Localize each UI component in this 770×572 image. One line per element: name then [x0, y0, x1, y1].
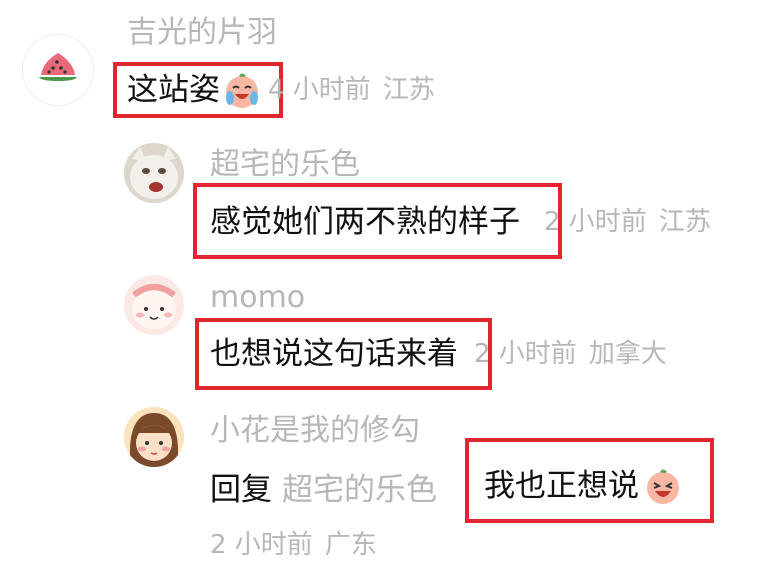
- comment-meta: 2 小时前 广东: [210, 532, 377, 558]
- cat-avatar-icon: [124, 143, 184, 203]
- comment-text: 感觉她们两不熟的样子: [210, 203, 520, 240]
- username[interactable]: 超宅的乐色: [210, 150, 360, 180]
- comment-line: 回复 超宅的乐色: [210, 464, 437, 509]
- comment-text: 也想说这句话来着: [210, 335, 458, 372]
- username[interactable]: 吉光的片羽: [127, 18, 277, 48]
- reply-label: 回复: [210, 471, 272, 508]
- timestamp: 4 小时前: [268, 75, 371, 105]
- comment-meta: 4 小时前 江苏: [268, 77, 435, 103]
- pink-cartoon-avatar-icon: [124, 275, 184, 335]
- crying-laugh-emoji-icon: [226, 73, 258, 108]
- username[interactable]: momo: [210, 283, 305, 313]
- comment-line: 我也正想说: [484, 466, 683, 506]
- username[interactable]: 小花是我的修勾: [210, 416, 420, 446]
- location: 加拿大: [588, 339, 667, 369]
- avatar[interactable]: [22, 34, 94, 106]
- watermelon-icon: [39, 53, 77, 81]
- comment-line: 这站姿 4 小时前 江苏: [127, 70, 435, 110]
- comment-meta: 2 小时前 江苏: [544, 209, 711, 235]
- timestamp: 2 小时前: [210, 530, 313, 560]
- timestamp: 2 小时前: [474, 339, 577, 369]
- avatar[interactable]: [124, 407, 184, 467]
- location: 江苏: [382, 75, 435, 105]
- comment-text: 这站姿: [127, 71, 220, 108]
- comment-text: 我也正想说: [484, 467, 639, 504]
- timestamp: 2 小时前: [544, 207, 647, 237]
- laughing-emoji-icon: [647, 469, 679, 504]
- reply-target-user[interactable]: 超宅的乐色: [282, 464, 437, 509]
- avatar[interactable]: [124, 143, 184, 203]
- location: 广东: [324, 530, 377, 560]
- comment-line: 感觉她们两不熟的样子 2 小时前 江苏: [210, 202, 711, 242]
- avatar[interactable]: [124, 275, 184, 335]
- comment-line: 也想说这句话来着 2 小时前 加拿大: [210, 334, 667, 374]
- location: 江苏: [658, 207, 711, 237]
- cartoon-girl-avatar-icon: [124, 407, 184, 467]
- comment-meta: 2 小时前 加拿大: [474, 341, 667, 367]
